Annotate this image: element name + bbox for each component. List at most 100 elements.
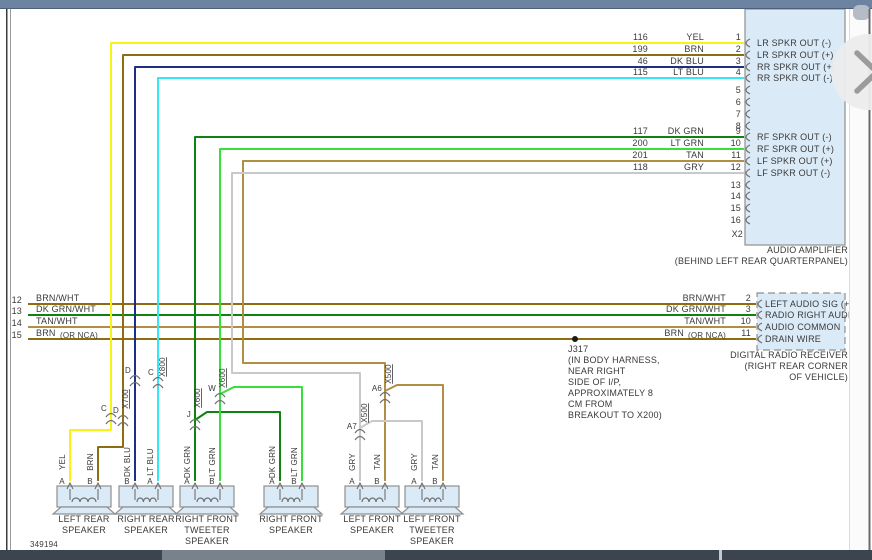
- left-border-outer: [6, 9, 8, 550]
- terminal-wire-color: DK GRN: [183, 446, 192, 478]
- terminal-wire-color: YEL: [58, 454, 67, 470]
- pin-function: RADIO RIGHT AUDIO: [765, 310, 858, 320]
- right-pin-number: 10: [741, 316, 751, 326]
- pin-function: RR SPKR OUT (+): [757, 62, 835, 72]
- connector-terminal: A6: [372, 384, 383, 393]
- terminal-id: A: [349, 477, 355, 486]
- connector-terminal: D: [113, 406, 119, 415]
- terminal-wire-color: GRY: [348, 453, 357, 471]
- terminal-id: B: [374, 477, 380, 486]
- speaker-name-line: SPEAKER: [410, 536, 454, 546]
- wire-color-label: GRY: [684, 162, 704, 172]
- right-pin-number: 3: [746, 304, 751, 314]
- connector-terminal: D: [125, 366, 131, 375]
- speaker-name-line: TWEETER: [409, 525, 455, 535]
- bottom-scrollbar-thumb[interactable]: [162, 550, 385, 560]
- left-pin-number: 13: [12, 306, 22, 316]
- speaker-name-line: SPEAKER: [350, 525, 394, 535]
- pin-function: RR SPKR OUT (-): [757, 73, 833, 83]
- wire-color-label: BRN: [684, 44, 704, 54]
- terminal-id: B: [209, 477, 215, 486]
- pin-number: 11: [731, 150, 741, 160]
- speaker-name-line: TWEETER: [184, 525, 230, 535]
- left-border-inner: [10, 9, 11, 550]
- pin-function: LEFT AUDIO SIG (+): [765, 299, 853, 309]
- pin-number: 13: [731, 180, 741, 190]
- wire-color-label: DK BLU: [670, 56, 704, 66]
- terminal-wire-color: GRY: [410, 453, 419, 471]
- amplifier-name-line2: (BEHIND LEFT REAR QUARTERPANEL): [675, 256, 848, 266]
- pin-number: 14: [731, 191, 741, 201]
- splice-note-line: (IN BODY HARNESS,: [568, 355, 660, 365]
- wire-name: DK GRN/WHT: [36, 304, 96, 314]
- circuit-number: 199: [632, 44, 648, 54]
- speaker-name-line: SPEAKER: [62, 525, 106, 535]
- pin-number: 7: [736, 109, 741, 119]
- terminal-wire-color: BRN: [86, 453, 95, 471]
- connector-id: X800: [158, 357, 167, 377]
- terminal-wire-color: LT GRN: [208, 447, 217, 477]
- pin-number: 5: [736, 85, 741, 95]
- right-pin-number: 2: [746, 293, 751, 303]
- wire-name: BRN/WHT: [683, 293, 727, 303]
- connector-terminal: W: [208, 384, 216, 393]
- speaker-name-line: RIGHT FRONT: [259, 514, 323, 524]
- splice-id: J317: [568, 344, 588, 354]
- pin-number: 12: [731, 162, 741, 172]
- wire-name: BRN: [36, 328, 56, 338]
- circuit-number: 201: [632, 150, 648, 160]
- terminal-wire-color: TAN: [431, 454, 440, 470]
- speaker-name-line: LEFT FRONT: [343, 514, 401, 524]
- pin-number: 16: [731, 215, 741, 225]
- speaker-name-line: RIGHT FRONT: [175, 514, 239, 524]
- top-bar-edge: [0, 8, 872, 9]
- left-pin-number: 12: [12, 295, 22, 305]
- connector-terminal: J: [187, 410, 191, 419]
- wire-color-label: LT BLU: [673, 67, 704, 77]
- connector-terminal: C: [101, 404, 107, 413]
- speaker-name-line: SPEAKER: [185, 536, 229, 546]
- receiver-name-line3: OF VEHICLE): [789, 372, 848, 382]
- pin-number: 9: [736, 126, 741, 136]
- wire-name-alt: (OR NCA): [60, 331, 98, 340]
- speaker-name-line: LEFT FRONT: [403, 514, 461, 524]
- pin-number: 6: [736, 97, 741, 107]
- splice-note-line: BREAKOUT TO X200): [568, 410, 662, 420]
- circuit-number: 46: [638, 56, 648, 66]
- connector-id: X500: [360, 403, 369, 423]
- terminal-id: A: [59, 477, 65, 486]
- top-bar: [0, 0, 872, 9]
- wire-name: TAN/WHT: [36, 316, 78, 326]
- pin-function: RF SPKR OUT (-): [757, 132, 832, 142]
- pin-function: LF SPKR OUT (-): [757, 168, 830, 178]
- figure-number: 349194: [30, 540, 58, 549]
- connector-terminal: A7: [347, 422, 358, 431]
- right-scrollbar-thumb[interactable]: [853, 5, 870, 20]
- receiver-name-line2: (RIGHT REAR CORNER: [745, 361, 849, 371]
- terminal-wire-color: DK BLU: [123, 447, 132, 477]
- pin-function: LR SPKR OUT (-): [757, 38, 831, 48]
- bottom-scrollbar-track[interactable]: [0, 550, 872, 560]
- terminal-id: B: [432, 477, 438, 486]
- splice-note-line: SIDE OF I/P,: [568, 377, 621, 387]
- wire-color-label: TAN: [686, 150, 704, 160]
- splice-note-line: APPROXIMATELY 8: [568, 388, 653, 398]
- speaker-name-line: RIGHT REAR: [117, 514, 175, 524]
- circuit-number: 118: [633, 162, 648, 172]
- pin-function: LR SPKR OUT (+): [757, 50, 834, 60]
- wire-name: DK GRN/WHT: [666, 304, 726, 314]
- left-pin-number: 15: [12, 330, 22, 340]
- pin-function: DRAIN WIRE: [765, 334, 821, 344]
- connector-id: X700: [121, 389, 130, 409]
- terminal-id: B: [87, 477, 93, 486]
- connector-id: X600: [218, 368, 227, 388]
- left-pin-number: 14: [12, 318, 22, 328]
- splice-dot: [572, 336, 578, 342]
- right-pin-number: 11: [741, 328, 751, 338]
- terminal-wire-color: DK GRN: [268, 446, 277, 478]
- circuit-number: 200: [632, 138, 648, 148]
- bottom-scrollbar-divider: [719, 550, 722, 560]
- speaker-name-line: LEFT REAR: [58, 514, 109, 524]
- wire-color-label: DK GRN: [668, 126, 704, 136]
- pin-function: RF SPKR OUT (+): [757, 144, 834, 154]
